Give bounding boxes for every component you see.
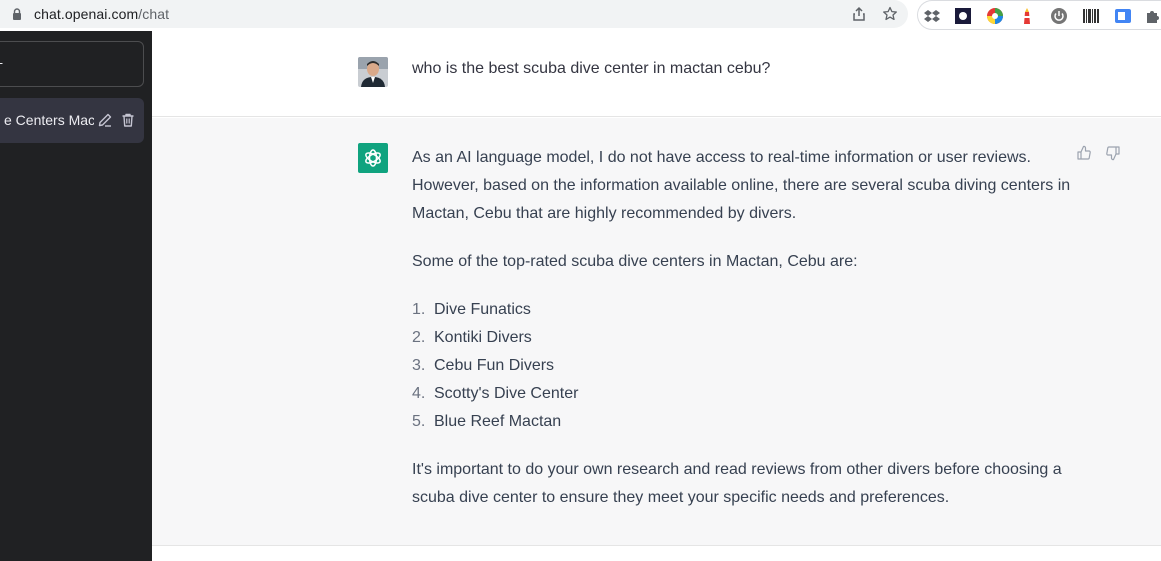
list-number: 3.: [412, 357, 426, 374]
color-wheel-extension-icon[interactable]: [986, 7, 1004, 25]
thumbs-up-icon[interactable]: [1076, 145, 1092, 161]
dive-center-list: 1. Dive Funatics 2. Kontiki Divers 3. Cebu …: [412, 296, 1092, 436]
conversation-item-selected[interactable]: e Centers Mac: [0, 98, 144, 143]
chat-main: who is the best scuba dive center in mac…: [152, 31, 1161, 561]
list-number: 1.: [412, 301, 426, 318]
list-text: Cebu Fun Divers: [434, 357, 555, 374]
sidebar: + e Centers Mac: [0, 31, 152, 561]
url-text[interactable]: chat.openai.com/chat: [34, 6, 169, 22]
list-text: Kontiki Divers: [434, 329, 532, 346]
power-extension-icon[interactable]: [1050, 7, 1068, 25]
puzzle-extensions-icon[interactable]: [1144, 7, 1161, 25]
bookmark-star-icon[interactable]: [882, 6, 898, 22]
url-host: chat.openai.com: [34, 6, 139, 22]
lighthouse-extension-icon[interactable]: [1018, 7, 1036, 25]
list-text: Scotty's Dive Center: [434, 385, 579, 402]
trash-icon[interactable]: [120, 112, 136, 128]
list-number: 5.: [412, 413, 426, 430]
answer-list-intro: Some of the top-rated scuba dive centers…: [412, 253, 858, 270]
browser-toolbar: chat.openai.com/chat: [0, 0, 1161, 31]
list-item: 2. Kontiki Divers: [412, 324, 1092, 352]
list-item: 3. Cebu Fun Divers: [412, 352, 1092, 380]
dropbox-extension-icon[interactable]: [923, 7, 941, 25]
assistant-message-row: As an AI language model, I do not have a…: [152, 118, 1161, 546]
conversation-title: e Centers Mac: [4, 112, 94, 128]
list-item: 5. Blue Reef Mactan: [412, 408, 1092, 436]
lock-icon[interactable]: [12, 8, 22, 20]
plus-icon: +: [0, 55, 3, 71]
list-text: Blue Reef Mactan: [434, 413, 562, 430]
list-text: Dive Funatics: [434, 301, 531, 318]
share-icon[interactable]: [851, 6, 867, 22]
google-docs-extension-icon[interactable]: [1114, 7, 1132, 25]
user-message-text: who is the best scuba dive center in mac…: [412, 60, 771, 77]
user-message-row: who is the best scuba dive center in mac…: [152, 31, 1161, 117]
user-avatar: [358, 57, 388, 87]
pencil-icon[interactable]: [97, 112, 113, 128]
list-item: 4. Scotty's Dive Center: [412, 380, 1092, 408]
list-number: 2.: [412, 329, 426, 346]
dark-extension-icon[interactable]: [954, 7, 972, 25]
url-path: /chat: [138, 6, 170, 22]
answer-intro: As an AI language model, I do not have a…: [412, 149, 1071, 222]
address-bar[interactable]: chat.openai.com/chat: [0, 0, 908, 28]
list-item: 1. Dive Funatics: [412, 296, 1092, 324]
barcode-extension-icon[interactable]: [1082, 7, 1100, 25]
assistant-message: As an AI language model, I do not have a…: [412, 144, 1092, 532]
chatgpt-logo-icon: [358, 143, 388, 173]
answer-outro: It's important to do your own research a…: [412, 461, 1062, 506]
new-chat-button[interactable]: +: [0, 41, 144, 87]
list-number: 4.: [412, 385, 426, 402]
extensions-bar: [917, 0, 1161, 30]
thumbs-down-icon[interactable]: [1105, 145, 1121, 161]
